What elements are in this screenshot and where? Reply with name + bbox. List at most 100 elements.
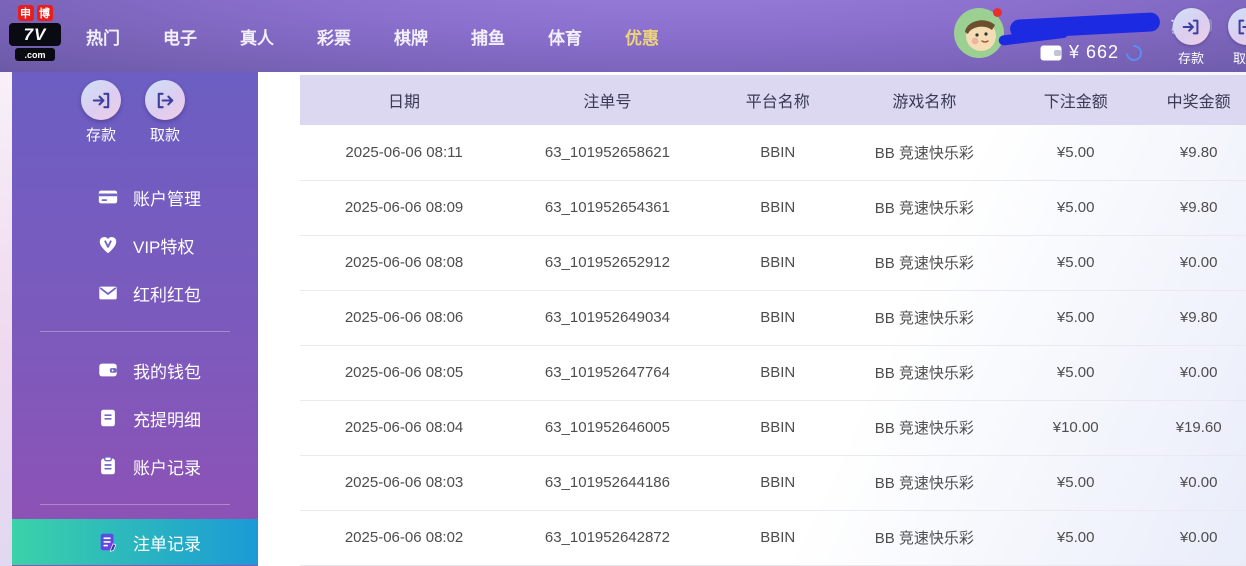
sidebar-deposit-button[interactable]: 存款 bbox=[81, 80, 121, 145]
main-nav: 热门 电子 真人 彩票 棋牌 捕鱼 体育 优惠 bbox=[78, 20, 667, 53]
nav-item-board[interactable]: 棋牌 bbox=[386, 20, 436, 53]
cell-bet-amount: ¥5.00 bbox=[1000, 290, 1152, 346]
column-header: 下注金额 bbox=[1000, 75, 1152, 125]
cell-date: 2025-06-06 08:04 bbox=[300, 400, 509, 456]
sidebar-item-vip-privilege[interactable]: VIP特权 bbox=[12, 221, 258, 269]
sidebar-item-account-record[interactable]: 账户记录 bbox=[12, 442, 258, 490]
logo-badge-2: 博 bbox=[36, 5, 53, 21]
withdraw-icon bbox=[1227, 8, 1246, 45]
cell-bet-amount: ¥5.00 bbox=[1000, 180, 1152, 236]
cell-platform: BBIN bbox=[706, 290, 849, 346]
top-header: 申 博 7V .com 热门 电子 真人 彩票 棋牌 捕鱼 体育 优惠 ¥ 66… bbox=[0, 0, 1246, 72]
cell-bet-number: 63_101952646005 bbox=[508, 400, 707, 456]
logo-name: 7V bbox=[9, 23, 61, 46]
cell-date: 2025-06-06 08:03 bbox=[300, 455, 509, 511]
cell-game: BB 竞速快乐彩 bbox=[848, 455, 1001, 511]
cell-win-amount: ¥0.00 bbox=[1151, 510, 1246, 566]
header-deposit-button[interactable]: 存款 bbox=[1170, 8, 1212, 67]
sidebar-item-bonus-redpacket[interactable]: 红利红包 bbox=[12, 269, 258, 317]
refresh-balance-icon[interactable] bbox=[1122, 41, 1146, 64]
sidebar-quick-actions: 存款 取款 bbox=[12, 72, 258, 157]
wallet-icon bbox=[97, 359, 119, 381]
vip-heart-icon bbox=[97, 234, 119, 256]
cell-game: BB 竞速快乐彩 bbox=[848, 180, 1001, 236]
nav-item-lottery[interactable]: 彩票 bbox=[309, 20, 359, 53]
cell-bet-amount: ¥10.00 bbox=[1000, 400, 1152, 456]
cell-win-amount: ¥0.00 bbox=[1151, 455, 1246, 511]
deposit-icon bbox=[81, 80, 121, 120]
table-row: 2025-06-06 08:06 63_101952649034 BBIN BB… bbox=[300, 290, 1246, 346]
bet-record-table: 日期 注单号 平台名称 游戏名称 下注金额 中奖金额 2025-06-06 08:11 6… bbox=[300, 75, 1246, 566]
avatar-wrap[interactable] bbox=[954, 8, 1004, 58]
page: 申 博 7V .com 热门 电子 真人 彩票 棋牌 捕鱼 体育 优惠 ¥ 66… bbox=[0, 0, 1246, 566]
sidebar: 存款 取款 账户管理 VIP特权 红利红包 我的钱包 充提明细 账户记录 注单记… bbox=[12, 72, 258, 566]
cell-game: BB 竞速快乐彩 bbox=[848, 400, 1001, 456]
cell-bet-amount: ¥5.00 bbox=[1000, 235, 1152, 291]
site-logo[interactable]: 申 博 7V .com bbox=[8, 5, 62, 61]
envelope-icon bbox=[97, 282, 119, 304]
cell-date: 2025-06-06 08:11 bbox=[300, 125, 509, 181]
clipboard-icon bbox=[97, 455, 119, 477]
sidebar-item-label: 账户管理 bbox=[133, 189, 201, 209]
cell-win-amount: ¥9.80 bbox=[1151, 180, 1246, 236]
table-row: 2025-06-06 08:03 63_101952644186 BBIN BB… bbox=[300, 455, 1246, 511]
sidebar-divider bbox=[40, 331, 230, 332]
cell-bet-number: 63_101952654361 bbox=[508, 180, 707, 236]
logo-tld: .com bbox=[15, 48, 55, 61]
table-row: 2025-06-06 08:02 63_101952642872 BBIN BB… bbox=[300, 510, 1246, 566]
table-row: 2025-06-06 08:09 63_101952654361 BBIN BB… bbox=[300, 180, 1246, 236]
sidebar-item-account-manage[interactable]: 账户管理 bbox=[12, 173, 258, 221]
sidebar-item-label: 账户记录 bbox=[133, 458, 201, 478]
cell-game: BB 竞速快乐彩 bbox=[848, 125, 1001, 181]
table-row: 2025-06-06 08:11 63_101952658621 BBIN BB… bbox=[300, 125, 1246, 181]
cell-date: 2025-06-06 08:06 bbox=[300, 290, 509, 346]
notification-dot bbox=[993, 8, 1002, 17]
nav-item-live[interactable]: 真人 bbox=[232, 20, 282, 53]
sidebar-item-bet-record[interactable]: 注单记录 bbox=[12, 519, 258, 565]
sidebar-withdraw-button[interactable]: 取款 bbox=[145, 80, 185, 145]
cell-win-amount: ¥9.80 bbox=[1151, 290, 1246, 346]
cell-bet-amount: ¥5.00 bbox=[1000, 125, 1152, 181]
cell-bet-number: 63_101952658621 bbox=[508, 125, 707, 181]
table-header: 日期 注单号 平台名称 游戏名称 下注金额 中奖金额 bbox=[300, 75, 1246, 125]
cell-platform: BBIN bbox=[706, 235, 849, 291]
wallet-icon bbox=[1040, 45, 1062, 60]
cell-bet-number: 63_101952642872 bbox=[508, 510, 707, 566]
table-row: 2025-06-06 08:05 63_101952647764 BBIN BB… bbox=[300, 345, 1246, 401]
cell-platform: BBIN bbox=[706, 125, 849, 181]
header-withdraw-button[interactable]: 取款 bbox=[1225, 8, 1246, 67]
nav-item-fishing[interactable]: 捕鱼 bbox=[463, 20, 513, 53]
cell-bet-amount: ¥5.00 bbox=[1000, 510, 1152, 566]
sidebar-item-label: 注单记录 bbox=[133, 534, 201, 554]
withdraw-icon bbox=[145, 80, 185, 120]
cell-date: 2025-06-06 08:08 bbox=[300, 235, 509, 291]
column-header: 中奖金额 bbox=[1151, 75, 1246, 125]
document-icon bbox=[97, 407, 119, 429]
deposit-icon bbox=[1172, 8, 1210, 45]
balance-amount: ¥ 662 bbox=[1069, 42, 1120, 62]
nav-item-slots[interactable]: 电子 bbox=[155, 20, 205, 53]
cell-bet-number: 63_101952649034 bbox=[508, 290, 707, 346]
bet-record-icon bbox=[97, 531, 119, 553]
nav-item-sports[interactable]: 体育 bbox=[540, 20, 590, 53]
nav-item-promo[interactable]: 优惠 bbox=[617, 20, 667, 53]
column-header: 游戏名称 bbox=[848, 75, 1001, 125]
main-content: 日期 注单号 平台名称 游戏名称 下注金额 中奖金额 2025-06-06 08:11 6… bbox=[258, 72, 1246, 566]
logo-badges: 申 博 bbox=[17, 5, 53, 21]
sidebar-item-my-wallet[interactable]: 我的钱包 bbox=[12, 346, 258, 394]
left-edge-strip bbox=[0, 72, 12, 566]
logo-badge-1: 申 bbox=[17, 5, 34, 21]
cell-bet-number: 63_101952652912 bbox=[508, 235, 707, 291]
cell-win-amount: ¥19.60 bbox=[1151, 400, 1246, 456]
column-header: 注单号 bbox=[508, 75, 707, 125]
sidebar-item-label: 红利红包 bbox=[133, 285, 201, 305]
header-actions: 存款 取款 bbox=[1170, 8, 1246, 67]
sidebar-item-label: 我的钱包 bbox=[133, 362, 201, 382]
cell-platform: BBIN bbox=[706, 455, 849, 511]
sidebar-item-label: VIP特权 bbox=[133, 237, 195, 257]
column-header: 日期 bbox=[300, 75, 509, 125]
sidebar-item-deposit-detail[interactable]: 充提明细 bbox=[12, 394, 258, 442]
cell-bet-amount: ¥5.00 bbox=[1000, 455, 1152, 511]
nav-item-hot[interactable]: 热门 bbox=[78, 20, 128, 53]
bet-table-body: 2025-06-06 08:11 63_101952658621 BBIN BB… bbox=[300, 125, 1246, 566]
